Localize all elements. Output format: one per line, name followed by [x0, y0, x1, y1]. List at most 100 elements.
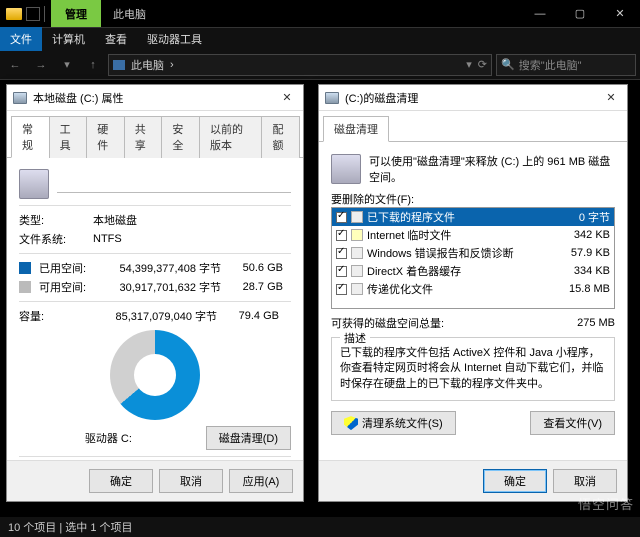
shield-icon — [344, 416, 358, 430]
watermark: 悟空问答 — [578, 494, 634, 513]
menu-view[interactable]: 查看 — [95, 27, 137, 51]
cleanup-body: 可以使用"磁盘清理"来释放 (C:) 上的 961 MB 磁盘空间。 要删除的文… — [319, 142, 627, 460]
free-label: 可用空间: — [39, 279, 93, 295]
path-crumb[interactable]: 此电脑 — [131, 57, 164, 73]
search-input[interactable]: 🔍 搜索"此电脑" — [496, 54, 636, 76]
nav-up-icon[interactable]: ↑ — [82, 54, 104, 76]
qat-sep — [44, 6, 45, 22]
tab-sharing[interactable]: 共享 — [124, 116, 163, 158]
menu-drive-tools[interactable]: 驱动器工具 — [137, 27, 212, 51]
usage-donut-chart — [110, 330, 200, 420]
list-item[interactable]: 已下载的程序文件0 字节 — [332, 208, 614, 226]
ribbon-tab-manage[interactable]: 管理 — [51, 0, 101, 27]
type-label: 类型: — [19, 212, 85, 228]
menu-file[interactable]: 文件 — [0, 27, 42, 51]
tab-quota[interactable]: 配额 — [261, 116, 300, 158]
disk-cleanup-button[interactable]: 磁盘清理(D) — [206, 426, 291, 450]
workspace: 本地磁盘 (C:) 属性 ✕ 常规 工具 硬件 共享 安全 以前的版本 配额 类… — [0, 80, 640, 517]
total-value: 275 MB — [577, 317, 615, 329]
checkbox[interactable] — [336, 212, 347, 223]
free-swatch — [19, 281, 31, 293]
cleanup-big-icon — [331, 154, 361, 184]
cleanup-drive-icon — [325, 92, 339, 104]
tab-general[interactable]: 常规 — [11, 116, 50, 158]
drive-label-input[interactable] — [57, 175, 291, 193]
menubar: 文件 计算机 查看 驱动器工具 — [0, 28, 640, 50]
ok-button[interactable]: 确定 — [483, 469, 547, 493]
minimize-button[interactable]: — — [520, 0, 560, 27]
used-bytes: 54,399,377,408 字节 — [101, 260, 221, 276]
address-bar[interactable]: 此电脑 › ▾ ⟳ — [108, 54, 492, 76]
ok-button[interactable]: 确定 — [89, 469, 153, 493]
list-item[interactable]: DirectX 着色器缓存334 KB — [332, 262, 614, 280]
used-gb: 50.6 GB — [229, 262, 283, 274]
refresh-icon[interactable]: ⟳ — [478, 58, 487, 71]
cap-bytes: 85,317,079,040 字节 — [97, 308, 217, 324]
window-titlebar: 管理 此电脑 — ▢ ✕ — [0, 0, 640, 28]
search-icon: 🔍 — [501, 58, 515, 71]
filelist-header: 要删除的文件(F): — [331, 191, 615, 207]
status-text: 10 个项目 | 选中 1 个项目 — [8, 519, 133, 535]
file-icon — [351, 283, 363, 295]
close-icon[interactable]: ✕ — [601, 88, 621, 108]
cap-gb: 79.4 GB — [225, 310, 279, 322]
tab-prev[interactable]: 以前的版本 — [199, 116, 262, 158]
list-item[interactable]: Windows 错误报告和反馈诊断57.9 KB — [332, 244, 614, 262]
fs-value: NTFS — [93, 233, 122, 245]
window-title: 此电脑 — [101, 0, 520, 27]
dropdown-icon[interactable]: ▾ — [466, 58, 472, 71]
checkbox[interactable] — [336, 284, 347, 295]
file-icon — [351, 247, 363, 259]
description-group: 描述 已下载的程序文件包括 ActiveX 控件和 Java 小程序，你查看特定… — [331, 337, 615, 401]
properties-tabs: 常规 工具 硬件 共享 安全 以前的版本 配额 — [7, 111, 303, 158]
fs-label: 文件系统: — [19, 231, 85, 247]
menu-computer[interactable]: 计算机 — [42, 27, 95, 51]
nav-toolbar: ← → ▾ ↑ 此电脑 › ▾ ⟳ 🔍 搜索"此电脑" — [0, 50, 640, 80]
free-bytes: 30,917,701,632 字节 — [101, 279, 221, 295]
list-item[interactable]: 传递优化文件15.8 MB — [332, 280, 614, 298]
cap-label: 容量: — [19, 308, 89, 324]
list-item[interactable]: Internet 临时文件342 KB — [332, 226, 614, 244]
folder-icon — [6, 8, 22, 20]
drive-icon — [13, 92, 27, 104]
free-gb: 28.7 GB — [229, 281, 283, 293]
view-files-button[interactable]: 查看文件(V) — [530, 411, 615, 435]
window-controls: — ▢ ✕ — [520, 0, 640, 27]
used-label: 已用空间: — [39, 260, 93, 276]
titlebar-icons — [0, 0, 51, 27]
tab-hardware[interactable]: 硬件 — [86, 116, 125, 158]
checkbox[interactable] — [336, 230, 347, 241]
cleanup-file-list[interactable]: 已下载的程序文件0 字节 Internet 临时文件342 KB Windows… — [331, 207, 615, 309]
status-bar: 10 个项目 | 选中 1 个项目 — [0, 517, 640, 537]
tab-tools[interactable]: 工具 — [49, 116, 88, 158]
cancel-button[interactable]: 取消 — [159, 469, 223, 493]
drive-caption: 驱动器 C: — [85, 430, 132, 446]
cancel-button[interactable]: 取消 — [553, 469, 617, 493]
description-title: 描述 — [340, 330, 370, 346]
cleanup-tabs: 磁盘清理 — [319, 111, 627, 142]
tab-security[interactable]: 安全 — [161, 116, 200, 158]
total-label: 可获得的磁盘空间总量: — [331, 315, 444, 331]
cleanup-titlebar[interactable]: (C:)的磁盘清理 ✕ — [319, 85, 627, 111]
properties-titlebar[interactable]: 本地磁盘 (C:) 属性 ✕ — [7, 85, 303, 111]
nav-back-icon[interactable]: ← — [4, 54, 26, 76]
tab-cleanup[interactable]: 磁盘清理 — [323, 116, 389, 142]
apply-button[interactable]: 应用(A) — [229, 469, 293, 493]
clean-system-files-button[interactable]: 清理系统文件(S) — [331, 411, 456, 435]
checkbox[interactable] — [336, 248, 347, 259]
nav-forward-icon[interactable]: → — [30, 54, 52, 76]
drive-large-icon — [19, 169, 49, 199]
properties-body: 类型: 本地磁盘 文件系统: NTFS 已用空间: 54,399,377,408 字节… — [7, 158, 303, 460]
description-text: 已下载的程序文件包括 ActiveX 控件和 Java 小程序，你查看特定网页时… — [340, 346, 606, 392]
properties-title: 本地磁盘 (C:) 属性 — [33, 90, 123, 106]
checkbox[interactable] — [336, 266, 347, 277]
pc-icon — [113, 60, 125, 70]
nav-history-icon[interactable]: ▾ — [56, 54, 78, 76]
close-button[interactable]: ✕ — [600, 0, 640, 27]
type-value: 本地磁盘 — [93, 212, 137, 228]
chevron-right-icon: › — [170, 59, 174, 71]
close-icon[interactable]: ✕ — [277, 88, 297, 108]
qat-icon — [26, 7, 40, 21]
maximize-button[interactable]: ▢ — [560, 0, 600, 27]
lock-icon — [351, 229, 363, 241]
